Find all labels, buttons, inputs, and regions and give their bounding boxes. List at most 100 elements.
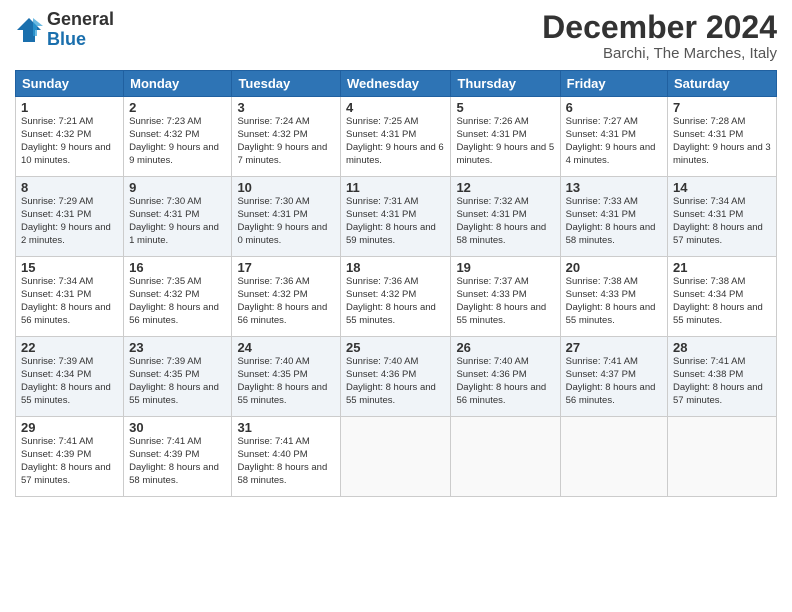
logo-blue: Blue (47, 29, 86, 49)
table-cell (668, 417, 777, 497)
day-info: Sunrise: 7:36 AMSunset: 4:32 PMDaylight:… (237, 276, 335, 327)
day-number: 14 (673, 180, 771, 195)
table-cell: 25Sunrise: 7:40 AMSunset: 4:36 PMDayligh… (341, 337, 451, 417)
calendar-row: 8Sunrise: 7:29 AMSunset: 4:31 PMDaylight… (16, 177, 777, 257)
col-wednesday: Wednesday (341, 71, 451, 97)
day-info: Sunrise: 7:34 AMSunset: 4:31 PMDaylight:… (21, 276, 118, 327)
table-cell: 12Sunrise: 7:32 AMSunset: 4:31 PMDayligh… (451, 177, 560, 257)
table-cell: 23Sunrise: 7:39 AMSunset: 4:35 PMDayligh… (124, 337, 232, 417)
day-number: 12 (456, 180, 554, 195)
col-thursday: Thursday (451, 71, 560, 97)
table-cell: 30Sunrise: 7:41 AMSunset: 4:39 PMDayligh… (124, 417, 232, 497)
table-cell: 13Sunrise: 7:33 AMSunset: 4:31 PMDayligh… (560, 177, 667, 257)
day-info: Sunrise: 7:41 AMSunset: 4:39 PMDaylight:… (21, 436, 118, 487)
day-info: Sunrise: 7:21 AMSunset: 4:32 PMDaylight:… (21, 116, 118, 167)
day-info: Sunrise: 7:39 AMSunset: 4:35 PMDaylight:… (129, 356, 226, 407)
day-number: 18 (346, 260, 445, 275)
col-tuesday: Tuesday (232, 71, 341, 97)
day-info: Sunrise: 7:38 AMSunset: 4:33 PMDaylight:… (566, 276, 662, 327)
table-cell: 16Sunrise: 7:35 AMSunset: 4:32 PMDayligh… (124, 257, 232, 337)
table-cell: 19Sunrise: 7:37 AMSunset: 4:33 PMDayligh… (451, 257, 560, 337)
day-info: Sunrise: 7:39 AMSunset: 4:34 PMDaylight:… (21, 356, 118, 407)
table-cell: 14Sunrise: 7:34 AMSunset: 4:31 PMDayligh… (668, 177, 777, 257)
col-sunday: Sunday (16, 71, 124, 97)
day-number: 6 (566, 100, 662, 115)
main-title: December 2024 (542, 10, 777, 45)
day-info: Sunrise: 7:34 AMSunset: 4:31 PMDaylight:… (673, 196, 771, 247)
table-cell: 2Sunrise: 7:23 AMSunset: 4:32 PMDaylight… (124, 97, 232, 177)
day-number: 5 (456, 100, 554, 115)
day-info: Sunrise: 7:40 AMSunset: 4:36 PMDaylight:… (346, 356, 445, 407)
table-cell: 8Sunrise: 7:29 AMSunset: 4:31 PMDaylight… (16, 177, 124, 257)
logo-general: General (47, 9, 114, 29)
col-friday: Friday (560, 71, 667, 97)
day-info: Sunrise: 7:23 AMSunset: 4:32 PMDaylight:… (129, 116, 226, 167)
day-number: 1 (21, 100, 118, 115)
table-cell: 9Sunrise: 7:30 AMSunset: 4:31 PMDaylight… (124, 177, 232, 257)
day-info: Sunrise: 7:25 AMSunset: 4:31 PMDaylight:… (346, 116, 445, 167)
title-block: December 2024 Barchi, The Marches, Italy (542, 10, 777, 62)
day-info: Sunrise: 7:24 AMSunset: 4:32 PMDaylight:… (237, 116, 335, 167)
table-cell: 11Sunrise: 7:31 AMSunset: 4:31 PMDayligh… (341, 177, 451, 257)
day-info: Sunrise: 7:28 AMSunset: 4:31 PMDaylight:… (673, 116, 771, 167)
day-info: Sunrise: 7:35 AMSunset: 4:32 PMDaylight:… (129, 276, 226, 327)
table-cell: 28Sunrise: 7:41 AMSunset: 4:38 PMDayligh… (668, 337, 777, 417)
day-number: 9 (129, 180, 226, 195)
day-number: 29 (21, 420, 118, 435)
day-number: 22 (21, 340, 118, 355)
table-cell (341, 417, 451, 497)
day-number: 4 (346, 100, 445, 115)
day-info: Sunrise: 7:26 AMSunset: 4:31 PMDaylight:… (456, 116, 554, 167)
calendar-row: 1Sunrise: 7:21 AMSunset: 4:32 PMDaylight… (16, 97, 777, 177)
page: General Blue December 2024 Barchi, The M… (0, 0, 792, 612)
day-number: 19 (456, 260, 554, 275)
day-info: Sunrise: 7:30 AMSunset: 4:31 PMDaylight:… (129, 196, 226, 247)
day-number: 10 (237, 180, 335, 195)
calendar-header-row: Sunday Monday Tuesday Wednesday Thursday… (16, 71, 777, 97)
table-cell: 6Sunrise: 7:27 AMSunset: 4:31 PMDaylight… (560, 97, 667, 177)
header: General Blue December 2024 Barchi, The M… (15, 10, 777, 62)
day-info: Sunrise: 7:41 AMSunset: 4:37 PMDaylight:… (566, 356, 662, 407)
day-number: 15 (21, 260, 118, 275)
table-cell (451, 417, 560, 497)
day-info: Sunrise: 7:37 AMSunset: 4:33 PMDaylight:… (456, 276, 554, 327)
day-number: 13 (566, 180, 662, 195)
day-number: 3 (237, 100, 335, 115)
logo-icon (15, 16, 43, 44)
day-number: 7 (673, 100, 771, 115)
day-number: 11 (346, 180, 445, 195)
table-cell: 20Sunrise: 7:38 AMSunset: 4:33 PMDayligh… (560, 257, 667, 337)
subtitle: Barchi, The Marches, Italy (542, 45, 777, 62)
day-info: Sunrise: 7:40 AMSunset: 4:35 PMDaylight:… (237, 356, 335, 407)
day-number: 30 (129, 420, 226, 435)
table-cell: 1Sunrise: 7:21 AMSunset: 4:32 PMDaylight… (16, 97, 124, 177)
day-number: 20 (566, 260, 662, 275)
calendar-row: 15Sunrise: 7:34 AMSunset: 4:31 PMDayligh… (16, 257, 777, 337)
day-number: 21 (673, 260, 771, 275)
day-info: Sunrise: 7:41 AMSunset: 4:39 PMDaylight:… (129, 436, 226, 487)
day-number: 28 (673, 340, 771, 355)
calendar-row: 29Sunrise: 7:41 AMSunset: 4:39 PMDayligh… (16, 417, 777, 497)
day-info: Sunrise: 7:41 AMSunset: 4:38 PMDaylight:… (673, 356, 771, 407)
col-monday: Monday (124, 71, 232, 97)
logo-text: General Blue (47, 10, 114, 50)
day-info: Sunrise: 7:40 AMSunset: 4:36 PMDaylight:… (456, 356, 554, 407)
day-info: Sunrise: 7:33 AMSunset: 4:31 PMDaylight:… (566, 196, 662, 247)
table-cell: 27Sunrise: 7:41 AMSunset: 4:37 PMDayligh… (560, 337, 667, 417)
day-number: 2 (129, 100, 226, 115)
table-cell: 29Sunrise: 7:41 AMSunset: 4:39 PMDayligh… (16, 417, 124, 497)
table-cell: 4Sunrise: 7:25 AMSunset: 4:31 PMDaylight… (341, 97, 451, 177)
day-number: 31 (237, 420, 335, 435)
day-number: 27 (566, 340, 662, 355)
table-cell (560, 417, 667, 497)
day-number: 26 (456, 340, 554, 355)
table-cell: 7Sunrise: 7:28 AMSunset: 4:31 PMDaylight… (668, 97, 777, 177)
calendar-row: 22Sunrise: 7:39 AMSunset: 4:34 PMDayligh… (16, 337, 777, 417)
table-cell: 17Sunrise: 7:36 AMSunset: 4:32 PMDayligh… (232, 257, 341, 337)
table-cell: 21Sunrise: 7:38 AMSunset: 4:34 PMDayligh… (668, 257, 777, 337)
table-cell: 10Sunrise: 7:30 AMSunset: 4:31 PMDayligh… (232, 177, 341, 257)
day-info: Sunrise: 7:30 AMSunset: 4:31 PMDaylight:… (237, 196, 335, 247)
logo: General Blue (15, 10, 114, 50)
day-info: Sunrise: 7:36 AMSunset: 4:32 PMDaylight:… (346, 276, 445, 327)
table-cell: 3Sunrise: 7:24 AMSunset: 4:32 PMDaylight… (232, 97, 341, 177)
